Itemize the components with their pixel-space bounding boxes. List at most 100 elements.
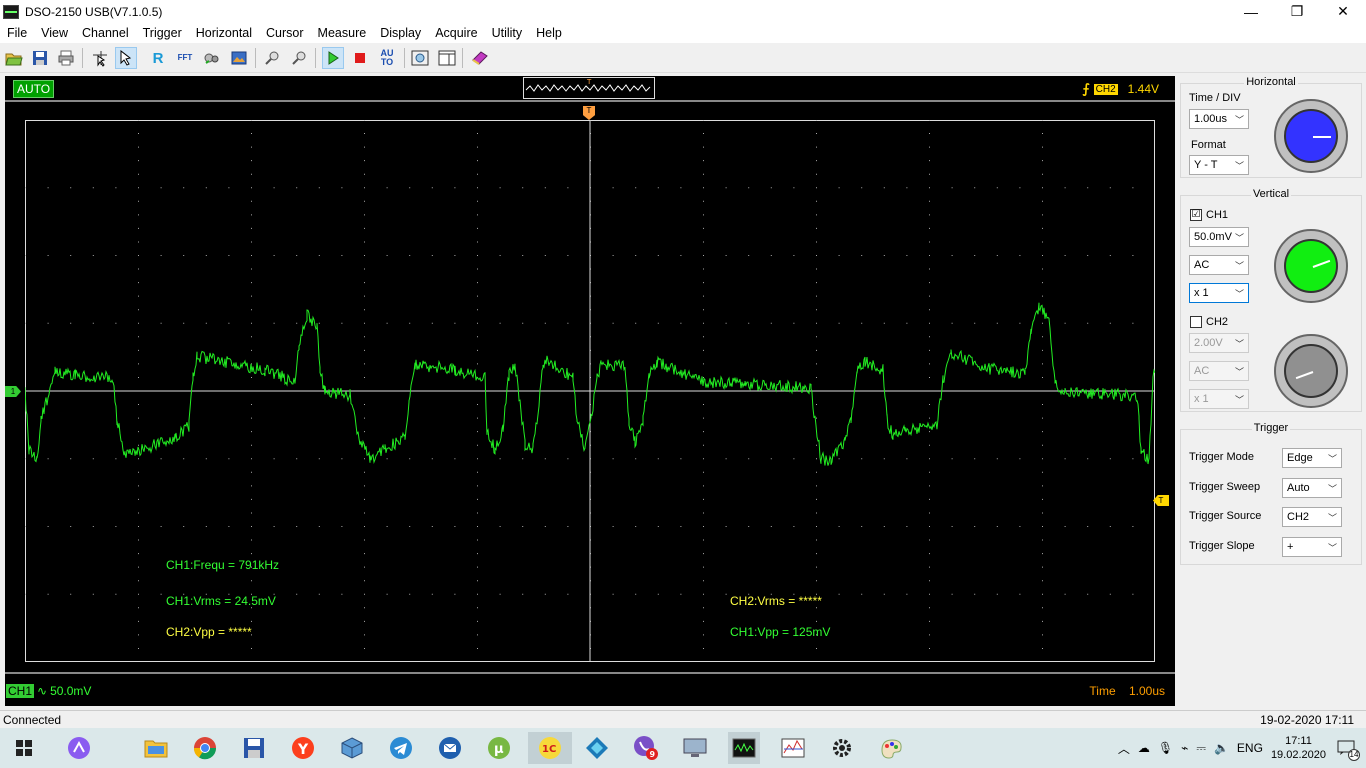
volume-icon[interactable]: 🔈 <box>1214 741 1229 755</box>
diamond-icon[interactable] <box>581 732 613 764</box>
windows-icon[interactable] <box>8 732 40 764</box>
status-bar: Connected 19-02-2020 17:11 <box>0 710 1366 728</box>
language-indicator[interactable]: ENG <box>1237 741 1263 755</box>
stop-icon[interactable] <box>349 47 371 69</box>
menu-channel[interactable]: Channel <box>75 26 136 40</box>
menu-horizontal[interactable]: Horizontal <box>189 26 259 40</box>
time-base-knob[interactable] <box>1274 99 1348 173</box>
trigger-source-label: Trigger Source <box>1189 510 1261 522</box>
book-icon[interactable] <box>469 47 491 69</box>
waveform-area <box>25 120 1155 662</box>
microphone-icon[interactable]: 🎙 <box>1158 741 1173 755</box>
ch1-volts-knob[interactable] <box>1274 229 1348 303</box>
minimize-button[interactable]: — <box>1228 0 1274 23</box>
menu-help[interactable]: Help <box>529 26 569 40</box>
ch1-checkbox[interactable]: ☑ <box>1190 209 1202 221</box>
close-button[interactable]: ✕ <box>1320 0 1366 23</box>
menu-file[interactable]: File <box>0 26 34 40</box>
paint-icon[interactable] <box>875 732 907 764</box>
chrome-icon[interactable] <box>189 732 221 764</box>
cursor-cross-icon[interactable] <box>89 47 111 69</box>
screenshot-icon[interactable] <box>409 47 431 69</box>
menu-cursor[interactable]: Cursor <box>259 26 311 40</box>
1c-icon[interactable]: 1C <box>528 732 572 764</box>
trigger-mode-select[interactable]: Edge ﹀ <box>1282 448 1342 468</box>
chevron-down-icon: ﹀ <box>1328 541 1337 554</box>
vertical-group: Vertical ☑ CH1 50.0mV ﹀ AC ﹀ x 1 ﹀ CH2 2.00… <box>1180 195 1362 412</box>
open-icon[interactable] <box>3 47 25 69</box>
trigger-slope-select[interactable]: + ﹀ <box>1282 537 1342 557</box>
trigger-group: Trigger Trigger Mode Edge ﹀ Trigger Sweep… <box>1180 429 1362 565</box>
menu-trigger[interactable]: Trigger <box>136 26 189 40</box>
image-icon[interactable] <box>228 47 250 69</box>
fft-icon[interactable]: FFT <box>174 47 196 69</box>
menu-display[interactable]: Display <box>373 26 428 40</box>
format-select[interactable]: Y - T ﹀ <box>1189 155 1249 175</box>
time-div-select[interactable]: 1.00us ﹀ <box>1189 109 1249 129</box>
r-icon[interactable]: R <box>147 47 169 69</box>
ch2-volts-select[interactable]: 2.00V ﹀ <box>1189 333 1249 353</box>
oscilloscope-icon[interactable] <box>728 732 760 764</box>
save-icon[interactable] <box>29 47 51 69</box>
alice-icon[interactable] <box>63 732 95 764</box>
monitor-icon[interactable] <box>679 732 711 764</box>
menu-measure[interactable]: Measure <box>311 26 374 40</box>
trigger-sweep-select[interactable]: Auto ﹀ <box>1282 478 1342 498</box>
pointer-icon[interactable] <box>115 47 137 69</box>
zoom-in-icon[interactable] <box>261 47 283 69</box>
box-icon[interactable] <box>336 732 368 764</box>
ch2-probe-select[interactable]: x 1 ﹀ <box>1189 389 1249 409</box>
zoom-out-icon[interactable] <box>288 47 310 69</box>
ch2-coupling-select[interactable]: AC ﹀ <box>1189 361 1249 381</box>
horizontal-title: Horizontal <box>1244 76 1298 88</box>
clock[interactable]: 17:11 19.02.2020 <box>1271 734 1326 762</box>
control-panel: Horizontal Time / DIV 1.00us ﹀ Format Y -… <box>1178 76 1366 706</box>
trigger-source-select[interactable]: CH2 ﹀ <box>1282 507 1342 527</box>
horizontal-group: Horizontal Time / DIV 1.00us ﹀ Format Y -… <box>1180 83 1362 178</box>
network-icon[interactable]: ⎓ <box>1196 741 1206 756</box>
chevron-down-icon: ﹀ <box>1328 511 1337 524</box>
trigger-sweep-label: Trigger Sweep <box>1189 481 1260 493</box>
viber-icon[interactable]: 9 <box>630 732 662 764</box>
scope-display[interactable]: AUTO T ⨍ CH2 1.44V T 1 T CH1:Frequ = 791… <box>5 76 1175 706</box>
menu-acquire[interactable]: Acquire <box>428 26 484 40</box>
usb-icon[interactable]: ⌁ <box>1181 741 1188 755</box>
ch1-status-scale: 50.0mV <box>50 684 91 698</box>
cloud-icon[interactable]: ☁ <box>1138 741 1150 755</box>
layout-icon[interactable] <box>436 47 458 69</box>
telegram-icon[interactable] <box>385 732 417 764</box>
ch1-volts-select[interactable]: 50.0mV ﹀ <box>1189 227 1249 247</box>
gear-icon[interactable] <box>826 732 858 764</box>
print-icon[interactable] <box>55 47 77 69</box>
window-title: DSO-2150 USB(V7.1.0.5) <box>25 5 162 19</box>
ch1-label: CH1 <box>1206 209 1228 221</box>
chevron-down-icon: ﹀ <box>1235 365 1244 378</box>
menu-utility[interactable]: Utility <box>485 26 530 40</box>
trigger-slope-label: Trigger Slope <box>1189 540 1255 552</box>
chevron-down-icon: ﹀ <box>1235 393 1244 406</box>
chevron-down-icon: ﹀ <box>1235 231 1244 244</box>
run-icon[interactable] <box>322 47 344 69</box>
chevron-up-icon[interactable]: ︿ <box>1118 740 1130 757</box>
utorrent-icon[interactable]: µ <box>483 732 515 764</box>
notification-icon[interactable]: 14 <box>1334 736 1358 760</box>
chart-icon[interactable] <box>777 732 809 764</box>
ch1-probe-select[interactable]: x 1 ﹀ <box>1189 283 1249 303</box>
yandex-icon[interactable]: Y <box>287 732 319 764</box>
ch1-coupling-select[interactable]: AC ﹀ <box>1189 255 1249 275</box>
explorer-icon[interactable] <box>140 732 172 764</box>
app-icon <box>3 5 19 19</box>
probe-icon[interactable] <box>201 47 223 69</box>
trigger-channel-tag: CH2 <box>1094 84 1118 95</box>
trigger-position-preview[interactable]: T <box>523 77 655 99</box>
svg-text:T: T <box>586 78 592 86</box>
menu-view[interactable]: View <box>34 26 75 40</box>
ch2-checkbox[interactable] <box>1190 316 1202 328</box>
auto-icon[interactable]: AU TO <box>376 47 398 69</box>
vertical-title: Vertical <box>1251 188 1291 200</box>
toolbar: R FFT AU TO <box>0 44 1366 73</box>
mail-icon[interactable] <box>434 732 466 764</box>
ch2-volts-knob[interactable] <box>1274 334 1348 408</box>
save-icon[interactable] <box>238 732 270 764</box>
maximize-button[interactable]: ❐ <box>1274 0 1320 23</box>
